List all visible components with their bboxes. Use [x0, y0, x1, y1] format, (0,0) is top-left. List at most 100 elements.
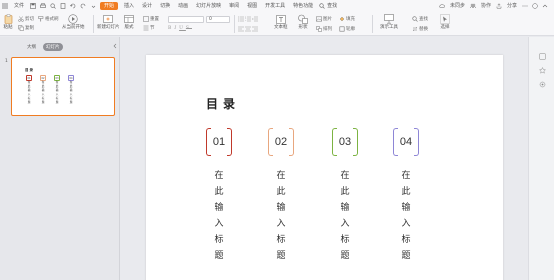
unsynced-status[interactable]: 未同步	[447, 0, 468, 12]
paragraph-list-controls[interactable]	[238, 16, 259, 22]
align-right-icon[interactable]	[252, 26, 258, 32]
format-painter-icon	[38, 16, 44, 22]
save-icon[interactable]	[29, 2, 37, 10]
chevron-down-icon[interactable]	[89, 2, 97, 10]
select-button[interactable]: 选择	[440, 14, 450, 30]
section-icon	[143, 25, 149, 31]
toc-item[interactable]: 01 在此输入标题	[206, 128, 232, 264]
shape-button[interactable]: 形状	[298, 14, 308, 30]
toc-number: 01	[212, 136, 226, 148]
bracket-left	[268, 128, 273, 156]
toc-item[interactable]: 02 在此输入标题	[268, 128, 294, 264]
slide-title[interactable]: 目录	[206, 95, 240, 112]
redo-icon[interactable]	[79, 2, 87, 10]
tab-outline[interactable]: 大纲	[24, 43, 39, 51]
slide-canvas[interactable]: 目录 01 在此输入标题 02 在此输入标题 03 在此输入标题 04 在此输入标题	[146, 55, 503, 280]
heading-char: 入	[340, 219, 350, 229]
print-icon[interactable]	[39, 2, 47, 10]
tab-developer[interactable]: 开发工具	[261, 0, 289, 12]
copy-button[interactable]: 复制	[18, 25, 34, 31]
toc-item[interactable]: 03 在此输入标题	[332, 128, 358, 264]
arrange-icon	[316, 26, 322, 32]
collaborate-button[interactable]: 协作	[478, 0, 494, 12]
right-task-pane-bar	[528, 37, 554, 280]
toc-item[interactable]: 04 在此输入标题	[393, 128, 419, 264]
settings-pane-icon[interactable]	[539, 81, 546, 88]
share-button[interactable]: 分享	[504, 0, 520, 12]
section-button[interactable]: 节	[143, 25, 155, 31]
outline-button[interactable]: 轮廓	[339, 26, 355, 32]
collapse-ribbon-icon[interactable]	[541, 2, 549, 10]
thumbnail-title: 目录	[25, 68, 34, 72]
new-slide-button[interactable]: 新建幻灯片	[97, 14, 120, 30]
text-box-icon	[275, 14, 286, 24]
more-icon[interactable]	[521, 2, 529, 10]
paste-button[interactable]: 粘贴	[3, 14, 13, 30]
toc-number: 03	[338, 136, 352, 148]
heading-char: 标	[214, 235, 224, 245]
underline-icon[interactable]: U	[179, 26, 186, 31]
cut-label: 剪切	[25, 17, 34, 22]
undo-icon[interactable]	[69, 2, 77, 10]
paragraph-align-controls[interactable]	[238, 26, 259, 32]
hamburger-menu-icon[interactable]	[1, 2, 9, 10]
layout-icon	[124, 14, 134, 24]
align-center-icon[interactable]	[245, 26, 251, 32]
toc-number: 02	[274, 136, 288, 148]
align-left-icon[interactable]	[238, 26, 244, 32]
print-preview-icon[interactable]	[49, 2, 57, 10]
heading-char: 标	[401, 235, 411, 245]
heading-char: 入	[401, 219, 411, 229]
text-box-button[interactable]: 文本框	[274, 14, 288, 30]
find-button[interactable]: 查找	[412, 16, 428, 22]
replace-button[interactable]: 替换	[412, 26, 428, 32]
tab-design[interactable]: 设计	[138, 0, 156, 12]
heading-char: 标	[276, 235, 286, 245]
format-painter-button[interactable]: 格式刷	[38, 16, 59, 22]
tab-insert[interactable]: 插入	[120, 0, 138, 12]
picture-button[interactable]: 图片	[316, 16, 332, 22]
tab-animations[interactable]: 动画	[174, 0, 192, 12]
presentation-tools-icon	[384, 14, 394, 24]
play-from-current-button[interactable]: 从当前开始	[62, 14, 85, 30]
reset-button[interactable]: 重置	[143, 16, 159, 22]
heading-char: 输	[401, 203, 411, 213]
slide-thumbnail[interactable]: 目录 01 在此输入标题 02 在此输入标题 03 在此输入标题 04 在此输入标题	[11, 57, 115, 116]
thumbnail-char: 题	[69, 101, 73, 104]
search-icon[interactable]	[318, 2, 326, 10]
thumbnail-item: 01 在此输入标题	[26, 75, 32, 105]
search-label[interactable]: 查找	[327, 0, 341, 12]
numbered-list-icon[interactable]	[245, 16, 251, 22]
heading-char: 在	[401, 171, 411, 181]
heading-char: 入	[276, 219, 286, 229]
tab-review[interactable]: 审阅	[225, 0, 243, 12]
file-menu[interactable]: 文件	[10, 0, 28, 12]
export-pdf-icon[interactable]	[59, 2, 67, 10]
cut-button[interactable]: 剪切	[18, 16, 34, 22]
share-icon	[495, 2, 503, 10]
tab-special-features[interactable]: 特色功能	[289, 0, 317, 12]
presentation-tools-button[interactable]: 演示工具	[380, 14, 398, 30]
fill-button[interactable]: 填充	[339, 16, 355, 22]
layout-button[interactable]: 版式	[124, 14, 134, 30]
bullet-list-icon[interactable]	[238, 16, 244, 22]
font-name-field[interactable]	[168, 16, 204, 23]
design-pane-icon[interactable]	[539, 53, 546, 60]
indent-icon[interactable]	[252, 16, 258, 22]
layout-label: 版式	[124, 25, 134, 30]
heading-char: 输	[276, 203, 286, 213]
tab-slides[interactable]: 幻灯片	[43, 43, 63, 51]
tab-view[interactable]: 视图	[243, 0, 261, 12]
font-size-field[interactable]: 0	[206, 16, 230, 23]
help-icon[interactable]	[531, 2, 539, 10]
star-icon[interactable]	[539, 67, 546, 74]
tab-home[interactable]: 开始	[100, 2, 119, 10]
tab-transitions[interactable]: 切换	[156, 0, 174, 12]
arrange-button[interactable]: 排列	[316, 26, 332, 32]
collapse-panel-icon[interactable]	[112, 43, 118, 49]
font-style-buttons[interactable]: B I U S	[168, 26, 192, 31]
arrange-label: 排列	[323, 27, 332, 32]
strikethrough-icon[interactable]: S	[186, 26, 192, 31]
tab-slideshow[interactable]: 幻灯片放映	[192, 0, 225, 12]
ribbon-divider	[234, 15, 235, 33]
